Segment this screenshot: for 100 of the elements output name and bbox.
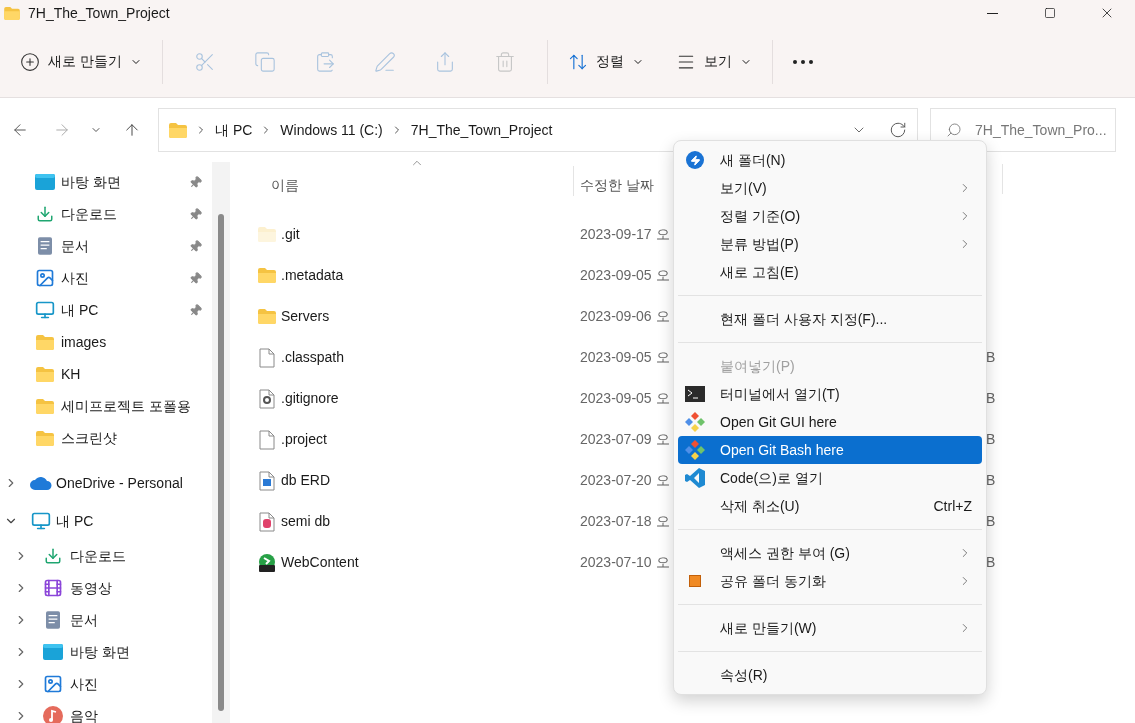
view-button[interactable]: 보기: [667, 43, 760, 80]
nav-item[interactable]: KH: [0, 358, 212, 390]
image-file-icon: [259, 470, 275, 491]
download-icon: [44, 547, 62, 565]
nav-item[interactable]: 문서: [0, 230, 212, 262]
breadcrumb[interactable]: 내 PC: [215, 119, 253, 141]
code-editor-icon: [685, 468, 705, 488]
nav-item[interactable]: 동영상: [0, 572, 212, 604]
sort-button[interactable]: 정렬: [559, 43, 652, 80]
modified-date: 2023-07-20 오: [580, 471, 670, 490]
file-name[interactable]: .gitignore: [281, 388, 580, 409]
menu-item[interactable]: Open Git Bash here: [678, 436, 982, 464]
menu-item[interactable]: 현재 폴더 사용자 지정(F)...: [678, 305, 982, 333]
folder-icon: [258, 227, 276, 242]
search-field[interactable]: 7H_The_Town_Pro...: [930, 108, 1116, 152]
column-header[interactable]: 수정한 날짜: [580, 175, 654, 196]
file-size: B: [986, 348, 996, 367]
menu-item[interactable]: 새로 고침(E): [678, 258, 982, 286]
folder-icon: [258, 309, 276, 324]
modified-date: 2023-09-05 오: [580, 389, 670, 408]
diamond-icon: [685, 412, 705, 432]
modified-date: 2023-07-18 오: [580, 512, 670, 531]
nav-item[interactable]: 내 PC: [0, 294, 212, 326]
nav-item[interactable]: 다운로드: [0, 540, 212, 572]
file-name[interactable]: Servers: [281, 306, 580, 327]
sync-icon: [689, 575, 701, 587]
copy-icon: [253, 50, 276, 73]
file-size: B: [986, 430, 996, 449]
folder-icon: [4, 6, 20, 20]
app-icon: [257, 552, 277, 573]
menu-item[interactable]: 삭제 취소(U) Ctrl+Z: [678, 492, 982, 520]
menu-item[interactable]: 분류 방법(P): [678, 230, 982, 258]
modified-date: 2023-09-06 오: [580, 307, 670, 326]
document-icon: [38, 237, 52, 255]
file-name[interactable]: semi db: [281, 511, 580, 532]
file-name[interactable]: .git: [281, 224, 580, 245]
file-name[interactable]: .project: [281, 429, 580, 450]
nav-item[interactable]: 다운로드: [0, 198, 212, 230]
maximize-icon: [1043, 7, 1056, 19]
nav-item[interactable]: OneDrive - Personal: [0, 464, 212, 502]
nav-item[interactable]: 바탕 화면: [0, 166, 212, 198]
document-icon: [259, 429, 275, 450]
menu-item[interactable]: 공유 폴더 동기화: [678, 567, 982, 595]
document-icon: [46, 611, 60, 629]
modified-date: 2023-09-17 오: [580, 225, 670, 244]
cut-icon: [193, 50, 216, 73]
computer-icon: [31, 511, 51, 531]
menu-item[interactable]: Code(으)로 열기: [678, 464, 982, 492]
menu-item[interactable]: 보기(V): [678, 174, 982, 202]
forward-arrow-icon: [53, 121, 71, 139]
folder-icon: [36, 398, 54, 414]
nav-item[interactable]: 바탕 화면: [0, 636, 212, 668]
column-header[interactable]: 이름: [271, 175, 573, 196]
file-name[interactable]: .classpath: [281, 347, 580, 368]
file-name[interactable]: WebContent: [281, 552, 580, 573]
breadcrumb[interactable]: Windows 11 (C:): [280, 119, 383, 141]
folder-icon: [36, 430, 54, 446]
more-icon: [792, 59, 813, 64]
desktop-icon: [43, 644, 63, 660]
menu-item[interactable]: 터미널에서 열기(T): [678, 380, 982, 408]
nav-item[interactable]: 사진: [0, 262, 212, 294]
minimize-icon: [987, 12, 998, 14]
diamond-icon: [685, 440, 705, 460]
database-file-icon: [259, 511, 275, 532]
menu-item[interactable]: 액세스 권한 부여 (G): [678, 539, 982, 567]
modified-date: 2023-09-05 오: [580, 348, 670, 367]
folder-icon: [169, 122, 187, 138]
new-button[interactable]: 새로 만들기: [12, 43, 150, 80]
plus-icon: [20, 51, 40, 72]
nav-item[interactable]: 스크린샷: [0, 422, 212, 454]
nav-item[interactable]: images: [0, 326, 212, 358]
cloud-icon: [30, 476, 52, 490]
file-size: B: [986, 471, 996, 490]
menu-item[interactable]: Open Git GUI here: [678, 408, 982, 436]
nav-item[interactable]: 사진: [0, 668, 212, 700]
scrollbar-thumb[interactable]: [218, 214, 224, 711]
modified-date: 2023-09-05 오: [580, 266, 670, 285]
file-name[interactable]: .metadata: [281, 265, 580, 286]
desktop-icon: [35, 174, 55, 190]
download-icon: [36, 205, 54, 223]
nav-item[interactable]: 세미프로젝트 포폴용: [0, 390, 212, 422]
breadcrumb[interactable]: 7H_The_Town_Project: [410, 119, 553, 141]
file-name[interactable]: db ERD: [281, 470, 580, 491]
menu-item[interactable]: 새로 만들기(W): [678, 614, 982, 642]
nav-item[interactable]: 음악: [0, 700, 212, 723]
modified-date: 2023-07-10 오: [580, 553, 670, 572]
file-size: B: [986, 512, 996, 531]
document-icon: [259, 347, 275, 368]
nav-item[interactable]: 문서: [0, 604, 212, 636]
menu-item[interactable]: 속성(R): [678, 661, 982, 689]
modified-date: 2023-07-09 오: [580, 430, 670, 449]
menu-item[interactable]: 정렬 기준(O): [678, 202, 982, 230]
nav-item[interactable]: 내 PC: [0, 502, 212, 540]
computer-icon: [35, 300, 55, 320]
refresh-icon[interactable]: [889, 121, 907, 139]
rename-icon: [373, 50, 396, 73]
new-folder-icon: [686, 151, 704, 169]
settings-file-icon: [259, 388, 275, 409]
terminal-icon: [685, 386, 705, 402]
search-icon: [946, 122, 962, 138]
